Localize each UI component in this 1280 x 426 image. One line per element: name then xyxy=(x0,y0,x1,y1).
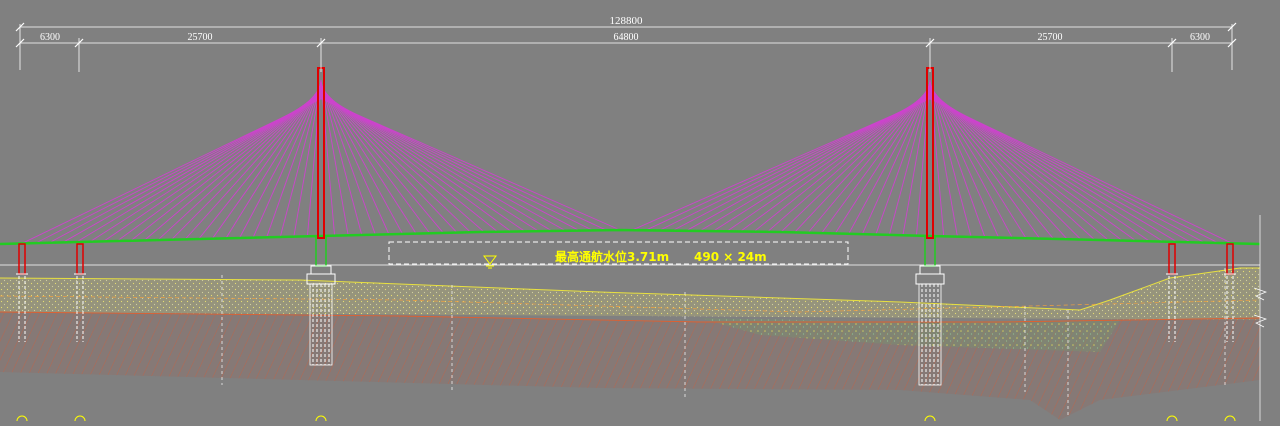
stay-cable xyxy=(320,90,498,233)
axis-marker xyxy=(1224,415,1236,426)
stay-cable xyxy=(767,89,931,233)
stay-cable xyxy=(726,92,931,232)
stay-cable xyxy=(198,86,322,240)
axis-marker xyxy=(924,415,936,426)
stay-cable xyxy=(929,91,1123,241)
span-label-3: 64800 xyxy=(614,32,639,43)
stay-cable xyxy=(929,92,1137,242)
stay-cable xyxy=(239,84,322,239)
stay-cable xyxy=(929,83,1000,238)
axis-marker xyxy=(315,415,327,426)
stay-cable xyxy=(929,86,1054,240)
stay-cable xyxy=(320,81,363,236)
stay-cables xyxy=(21,79,1233,244)
stay-cable xyxy=(184,87,322,240)
stay-cable xyxy=(144,90,322,241)
side-pier xyxy=(18,243,26,275)
axis-marker xyxy=(1166,415,1178,426)
pile-cap xyxy=(919,265,941,275)
side-pier xyxy=(1168,243,1176,275)
span-label-5: 6300 xyxy=(1190,32,1210,43)
pile-cap xyxy=(310,265,332,275)
stay-cable xyxy=(875,82,931,235)
stay-cable xyxy=(848,84,931,235)
stay-cable xyxy=(807,86,931,234)
span-label-2: 25700 xyxy=(188,32,213,43)
stay-cable xyxy=(320,82,376,235)
stay-cable xyxy=(171,88,322,241)
stay-cable xyxy=(320,92,526,232)
stay-cable xyxy=(157,89,322,241)
stay-cable xyxy=(279,81,322,238)
stay-cable xyxy=(252,83,322,238)
stay-cable xyxy=(320,89,485,233)
stay-cable xyxy=(929,98,1233,244)
axis-marker xyxy=(74,415,86,426)
stay-cable xyxy=(116,92,322,242)
stay-cable xyxy=(320,84,403,235)
stay-cable xyxy=(929,88,1082,240)
stay-cable xyxy=(21,98,322,244)
stay-cable xyxy=(320,86,444,234)
stay-cable xyxy=(753,90,931,233)
soil-layers xyxy=(0,267,1261,420)
stay-cable xyxy=(320,87,458,233)
tower-lower-pier xyxy=(315,235,327,267)
cad-canvas: 最高通航水位3.71m 490 × 24m 128800 6300 25700 … xyxy=(0,15,1268,426)
water-level-symbol xyxy=(483,255,497,269)
span-label-1: 6300 xyxy=(40,32,60,43)
stay-cable xyxy=(929,81,972,238)
side-pier xyxy=(76,243,84,275)
bridge-elevation-drawing: 最高通航水位3.71m 490 × 24m 128800 6300 25700 … xyxy=(0,0,1280,426)
stay-cable xyxy=(929,84,1013,239)
stay-cable xyxy=(211,86,322,239)
stay-cable xyxy=(929,90,1109,241)
tower-lower-pier xyxy=(924,235,936,267)
water-level-label: 最高通航水位3.71m xyxy=(555,249,669,264)
stay-cable xyxy=(861,83,931,235)
clearance-label: 490 × 24m xyxy=(694,250,767,264)
stay-cable xyxy=(929,87,1068,240)
axis-markers xyxy=(16,415,1236,426)
stay-cable xyxy=(929,86,1041,239)
pile-cap xyxy=(915,273,945,285)
stay-cable xyxy=(320,83,390,235)
stay-cable xyxy=(794,87,931,233)
stay-cable xyxy=(130,91,322,242)
soil-layer-sand-dots xyxy=(0,268,1260,320)
axis-marker xyxy=(16,415,28,426)
stay-cable xyxy=(929,89,1096,241)
total-length-label: 128800 xyxy=(610,15,644,27)
span-label-4: 25700 xyxy=(1038,32,1063,43)
stay-cable xyxy=(888,81,931,236)
